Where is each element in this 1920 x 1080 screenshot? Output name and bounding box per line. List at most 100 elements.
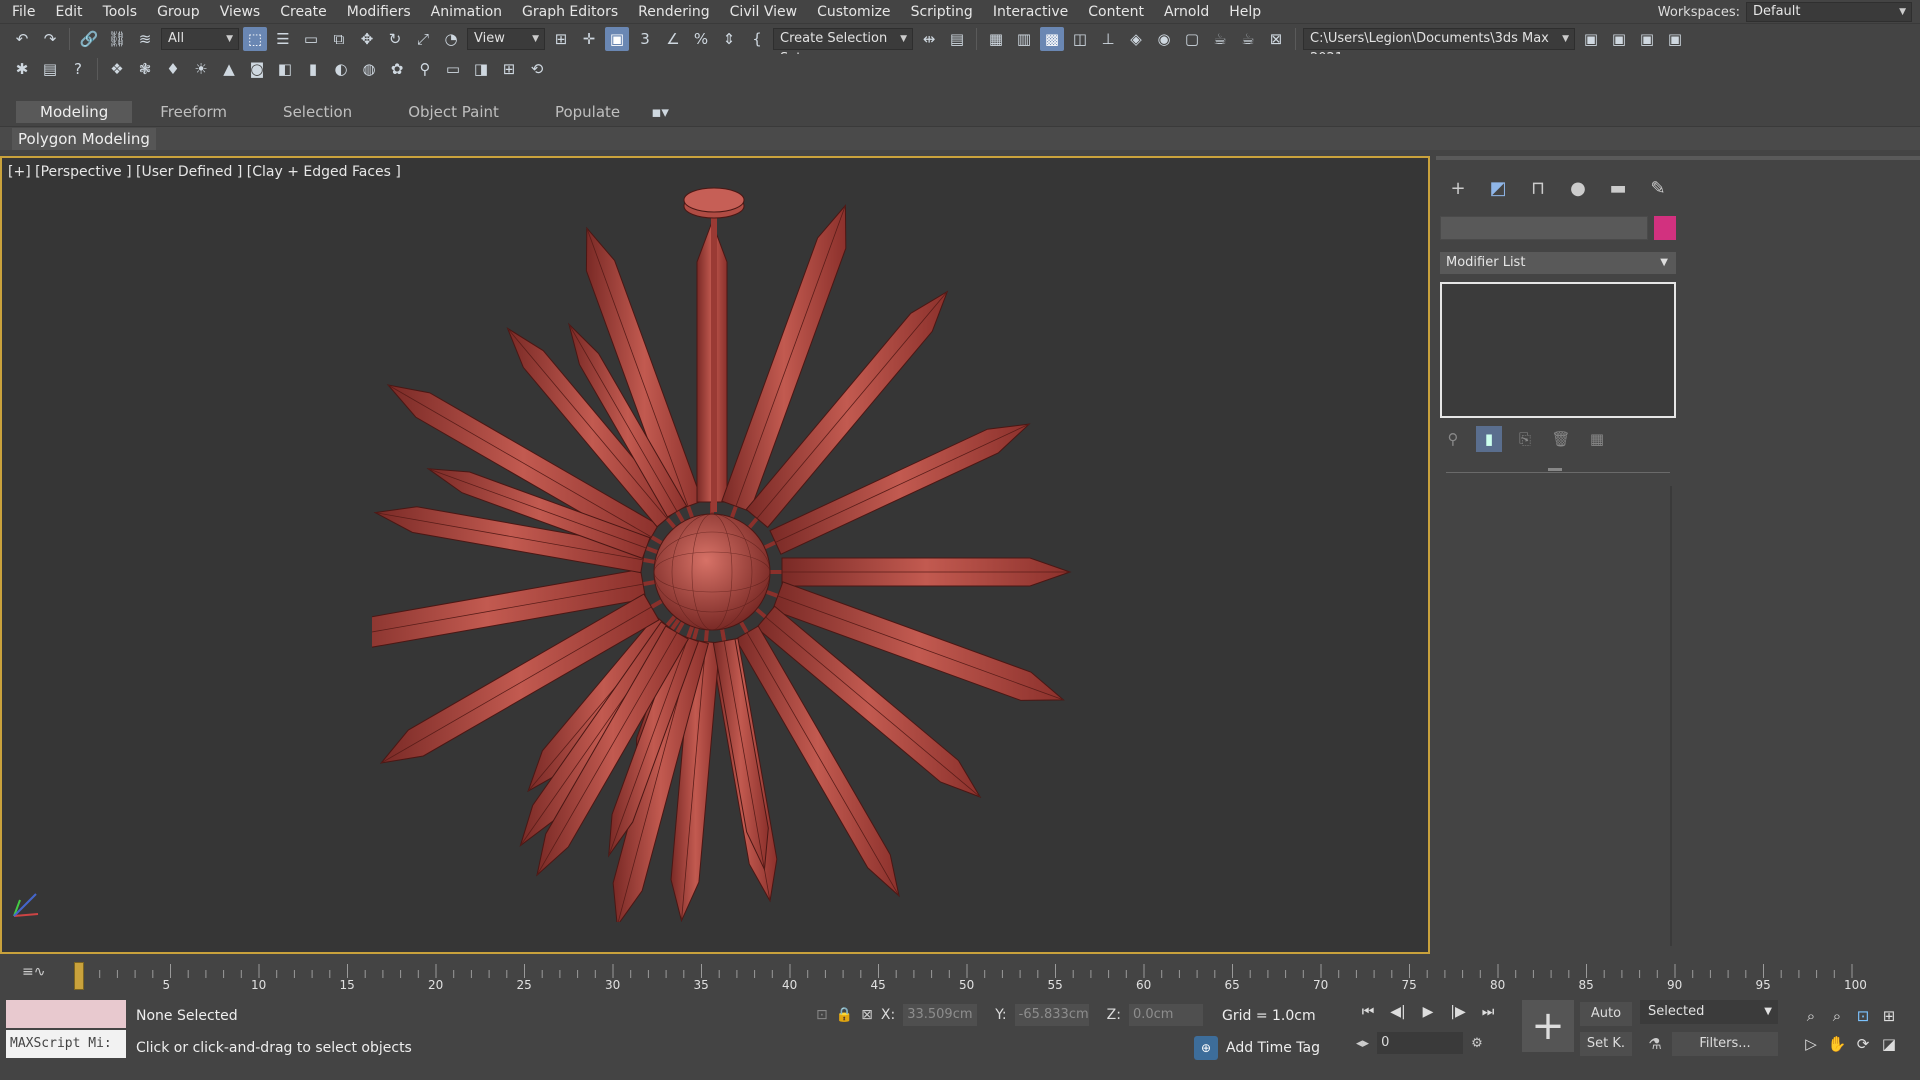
modify-tab-icon[interactable]: ◩	[1482, 174, 1514, 202]
pan-icon[interactable]: ✋	[1824, 1030, 1850, 1058]
mini-curve-editor-icon[interactable]: ≡∿	[22, 964, 45, 980]
menu-arnold[interactable]: Arnold	[1154, 0, 1219, 24]
menu-tools[interactable]: Tools	[93, 0, 148, 24]
key-filters-icon[interactable]: ⚗	[1644, 1032, 1666, 1056]
named-selection-set-dropdown[interactable]: Create Selection Set	[773, 28, 913, 66]
render-setup-icon[interactable]: ◉	[1152, 27, 1176, 51]
material-editor-icon[interactable]: ◈	[1124, 27, 1148, 51]
layer-explorer-icon[interactable]: ▥	[1012, 27, 1036, 51]
field-of-view-icon[interactable]: ▷	[1798, 1030, 1824, 1058]
menu-modifiers[interactable]: Modifiers	[337, 0, 421, 24]
ribbon-tab-selection[interactable]: Selection	[255, 101, 380, 123]
project-path-dropdown[interactable]: C:\Users\Legion\Documents\3ds Max 2021	[1303, 28, 1575, 66]
previous-frame-icon[interactable]: ◀|	[1386, 1000, 1410, 1024]
go-to-start-icon[interactable]: ⏮	[1356, 1000, 1380, 1024]
chandelier-model[interactable]	[372, 182, 1072, 922]
help-icon[interactable]: ?	[66, 57, 90, 81]
object-name-field[interactable]	[1440, 216, 1648, 240]
object-color-swatch[interactable]	[1654, 216, 1676, 240]
ribbon-tab-freeform[interactable]: Freeform	[132, 101, 255, 123]
select-object-icon[interactable]: ⬚	[243, 27, 267, 51]
select-manipulate-icon[interactable]: ✛	[577, 27, 601, 51]
angle-snap-icon[interactable]: ∠	[661, 27, 685, 51]
toggle-ribbon-icon[interactable]: ▩	[1040, 27, 1064, 51]
pivot-center-icon[interactable]: ⊞	[549, 27, 573, 51]
snaps-toggle-icon[interactable]: 3	[633, 27, 657, 51]
tool-icon-13[interactable]: ▭	[441, 57, 465, 81]
keyboard-shortcut-override-icon[interactable]: ▣	[605, 27, 629, 51]
time-config-icon[interactable]: ⚙	[1471, 1036, 1483, 1051]
set-key-icon[interactable]: +	[1522, 1000, 1574, 1052]
render-cloud-icon[interactable]: ⊠	[1264, 27, 1288, 51]
utilities-tab-icon[interactable]: ✎	[1642, 174, 1674, 202]
percent-snap-icon[interactable]: %	[689, 27, 713, 51]
display-tab-icon[interactable]: ▬	[1602, 174, 1634, 202]
menu-animation[interactable]: Animation	[421, 0, 512, 24]
menu-help[interactable]: Help	[1219, 0, 1271, 24]
schematic-view-icon[interactable]: ⊥	[1096, 27, 1120, 51]
set-project-folder-icon[interactable]: ▣	[1579, 27, 1603, 51]
redo-icon[interactable]: ↷	[38, 27, 62, 51]
z-coordinate-field[interactable]: 0.0cm	[1128, 1004, 1203, 1026]
menu-group[interactable]: Group	[147, 0, 210, 24]
x-coordinate-field[interactable]: 33.509cm	[903, 1004, 978, 1026]
rendered-frame-window-icon[interactable]: ▢	[1180, 27, 1204, 51]
menu-civil-view[interactable]: Civil View	[720, 0, 807, 24]
sun-icon[interactable]: ☀	[189, 57, 213, 81]
zoom-extents-icon[interactable]: ⊡	[1850, 1002, 1876, 1030]
configure-modifier-sets-icon[interactable]: ▦	[1584, 426, 1610, 452]
menu-file[interactable]: File	[0, 0, 45, 24]
tool-icon-16[interactable]: ⟲	[525, 57, 549, 81]
key-filter-dropdown[interactable]: Selected	[1640, 1000, 1778, 1024]
rect-selection-icon[interactable]: ▭	[299, 27, 323, 51]
perspective-viewport[interactable]: [+] [Perspective ] [User Defined ] [Clay…	[0, 156, 1430, 954]
isolate-selection-icon[interactable]: ⊡	[816, 1007, 828, 1023]
undo-icon[interactable]: ↶	[10, 27, 34, 51]
modifier-list-dropdown[interactable]: Modifier List	[1440, 252, 1676, 274]
menu-graph-editors[interactable]: Graph Editors	[512, 0, 628, 24]
viewport-label[interactable]: [+] [Perspective ] [User Defined ] [Clay…	[8, 164, 401, 180]
ribbon-tab-object-paint[interactable]: Object Paint	[380, 101, 527, 123]
add-time-tag-label[interactable]: Add Time Tag	[1226, 1040, 1320, 1056]
hierarchy-tab-icon[interactable]: ⊓	[1522, 174, 1554, 202]
selection-lock-icon[interactable]: 🔒	[836, 1007, 853, 1023]
light-icon[interactable]: ♦	[161, 57, 185, 81]
tool-icon-15[interactable]: ⊞	[497, 57, 521, 81]
tool-icon-5[interactable]: ▲	[217, 57, 241, 81]
scene-explorer-icon[interactable]: ▦	[984, 27, 1008, 51]
zoom-icon[interactable]: ⌕	[1798, 1002, 1824, 1030]
polygon-modeling-tab[interactable]: Polygon Modeling	[12, 128, 156, 150]
tool-icon-14[interactable]: ◨	[469, 57, 493, 81]
place-icon[interactable]: ◔	[439, 27, 463, 51]
render-iterative-icon[interactable]: ☕	[1236, 27, 1260, 51]
bind-space-warp-icon[interactable]: ≋	[133, 27, 157, 51]
scale-icon[interactable]: ⤢	[411, 27, 435, 51]
ribbon-tab-modeling[interactable]: Modeling	[16, 101, 133, 123]
tool-icon-7[interactable]: ◧	[273, 57, 297, 81]
remove-modifier-icon[interactable]: 🗑	[1548, 426, 1574, 452]
ribbon-options-icon[interactable]: ▪▾	[648, 100, 672, 124]
bulb-icon[interactable]: ⚲	[413, 57, 437, 81]
menu-scripting[interactable]: Scripting	[901, 0, 983, 24]
play-icon[interactable]: ▶	[1416, 1000, 1440, 1024]
link-icon[interactable]: 🔗	[77, 27, 101, 51]
maxscript-listener-output[interactable]	[6, 1000, 126, 1028]
panel-scrollbar[interactable]	[1670, 486, 1672, 946]
menu-rendering[interactable]: Rendering	[628, 0, 720, 24]
tool-icon-2[interactable]: ❃	[133, 57, 157, 81]
next-frame-icon[interactable]: |▶	[1446, 1000, 1470, 1024]
render-production-icon[interactable]: ☕	[1208, 27, 1232, 51]
menu-interactive[interactable]: Interactive	[983, 0, 1078, 24]
project-icon-4[interactable]: ▣	[1663, 27, 1687, 51]
curve-editor-icon[interactable]: ◫	[1068, 27, 1092, 51]
zoom-extents-all-icon[interactable]: ⊞	[1876, 1002, 1902, 1030]
filters-button[interactable]: Filters...	[1672, 1032, 1778, 1056]
pin-stack-icon[interactable]: ⚲	[1440, 426, 1466, 452]
make-unique-icon[interactable]: ⎘	[1512, 426, 1538, 452]
rotate-icon[interactable]: ↻	[383, 27, 407, 51]
workspace-dropdown[interactable]: Default	[1746, 2, 1912, 22]
menu-content[interactable]: Content	[1078, 0, 1154, 24]
menu-create[interactable]: Create	[270, 0, 337, 24]
layers-icon[interactable]: ▤	[38, 57, 62, 81]
tool-icon-8[interactable]: ▮	[301, 57, 325, 81]
